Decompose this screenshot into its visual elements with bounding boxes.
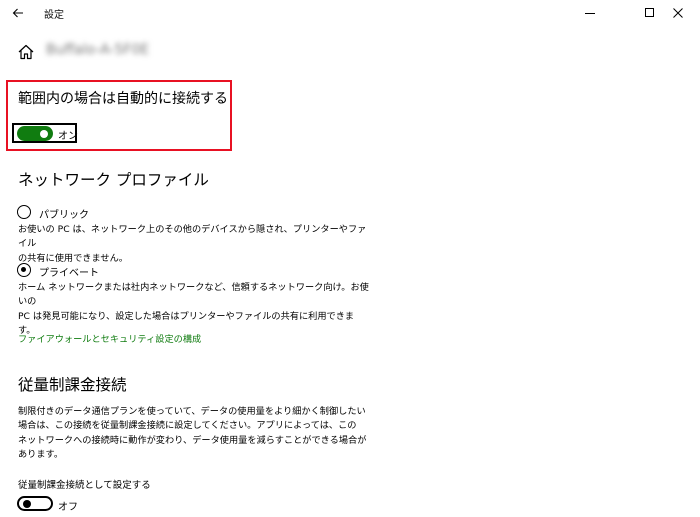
public-description: お使いの PC は、ネットワーク上のその他のデバイスから隠され、プリンターやファ…: [18, 223, 370, 266]
toggle-knob: [23, 499, 31, 508]
close-button[interactable]: [656, 0, 700, 26]
metered-description-line-3: ネットワークへの接続時に動作が変わり、データ使用量を減らすことができる場合が: [18, 434, 367, 446]
auto-connect-heading: 範囲内の場合は自動的に接続する: [18, 91, 228, 107]
auto-connect-toggle[interactable]: [17, 126, 53, 141]
radio-private-dot: [21, 267, 26, 272]
private-description-line-1: ホーム ネットワークまたは社内ネットワークなど、信頼するネットワーク向け。お使い…: [18, 282, 369, 308]
metered-description: 制限付きのデータ通信プランを使っていて、データの使用量をより細かく制御したい 場…: [18, 405, 370, 463]
private-description: ホーム ネットワークまたは社内ネットワークなど、信頼するネットワーク向け。お使い…: [18, 281, 370, 339]
metered-description-line-4: あります。: [18, 449, 64, 461]
radio-public[interactable]: [17, 205, 31, 219]
metered-toggle-label: オフ: [58, 502, 78, 513]
maximize-icon: [645, 8, 654, 17]
radio-public-label: パブリック: [39, 210, 89, 221]
title-bar: 設定: [0, 0, 700, 26]
back-button[interactable]: [8, 3, 28, 23]
metered-setting-label: 従量制課金接続として設定する: [18, 480, 151, 491]
home-button[interactable]: [16, 42, 36, 62]
private-description-line-2: PC は発見可能になり、設定した場合はプリンターやファイルの共有に利用できま: [18, 310, 355, 322]
metered-toggle[interactable]: [17, 496, 53, 511]
close-icon: [673, 8, 683, 18]
radio-private-label: プライベート: [39, 268, 99, 279]
back-arrow-icon: [12, 8, 23, 18]
network-name: Buffalo-A-5F0E: [46, 42, 150, 58]
metered-heading: 従量制課金接続: [18, 376, 127, 394]
minimize-icon: [585, 13, 595, 14]
metered-description-line-1: 制限付きのデータ通信プランを使っていて、データの使用量をより細かく制御したい: [18, 406, 366, 417]
minimize-button[interactable]: [568, 0, 612, 26]
metered-description-line-2: 場合は、この接続を従量制課金接続に設定してください。アプリによっては、この: [18, 420, 357, 432]
public-description-line-1: お使いの PC は、ネットワーク上のその他のデバイスから隠され、プリンターやファ…: [18, 224, 367, 250]
toggle-knob: [40, 129, 48, 138]
window-title: 設定: [44, 10, 64, 21]
firewall-settings-link[interactable]: ファイアウォールとセキュリティ設定の構成: [18, 331, 201, 345]
radio-private[interactable]: [17, 263, 31, 277]
auto-connect-toggle-label: オン: [58, 131, 78, 142]
home-icon: [18, 44, 34, 60]
network-profile-heading: ネットワーク プロファイル: [18, 171, 209, 189]
